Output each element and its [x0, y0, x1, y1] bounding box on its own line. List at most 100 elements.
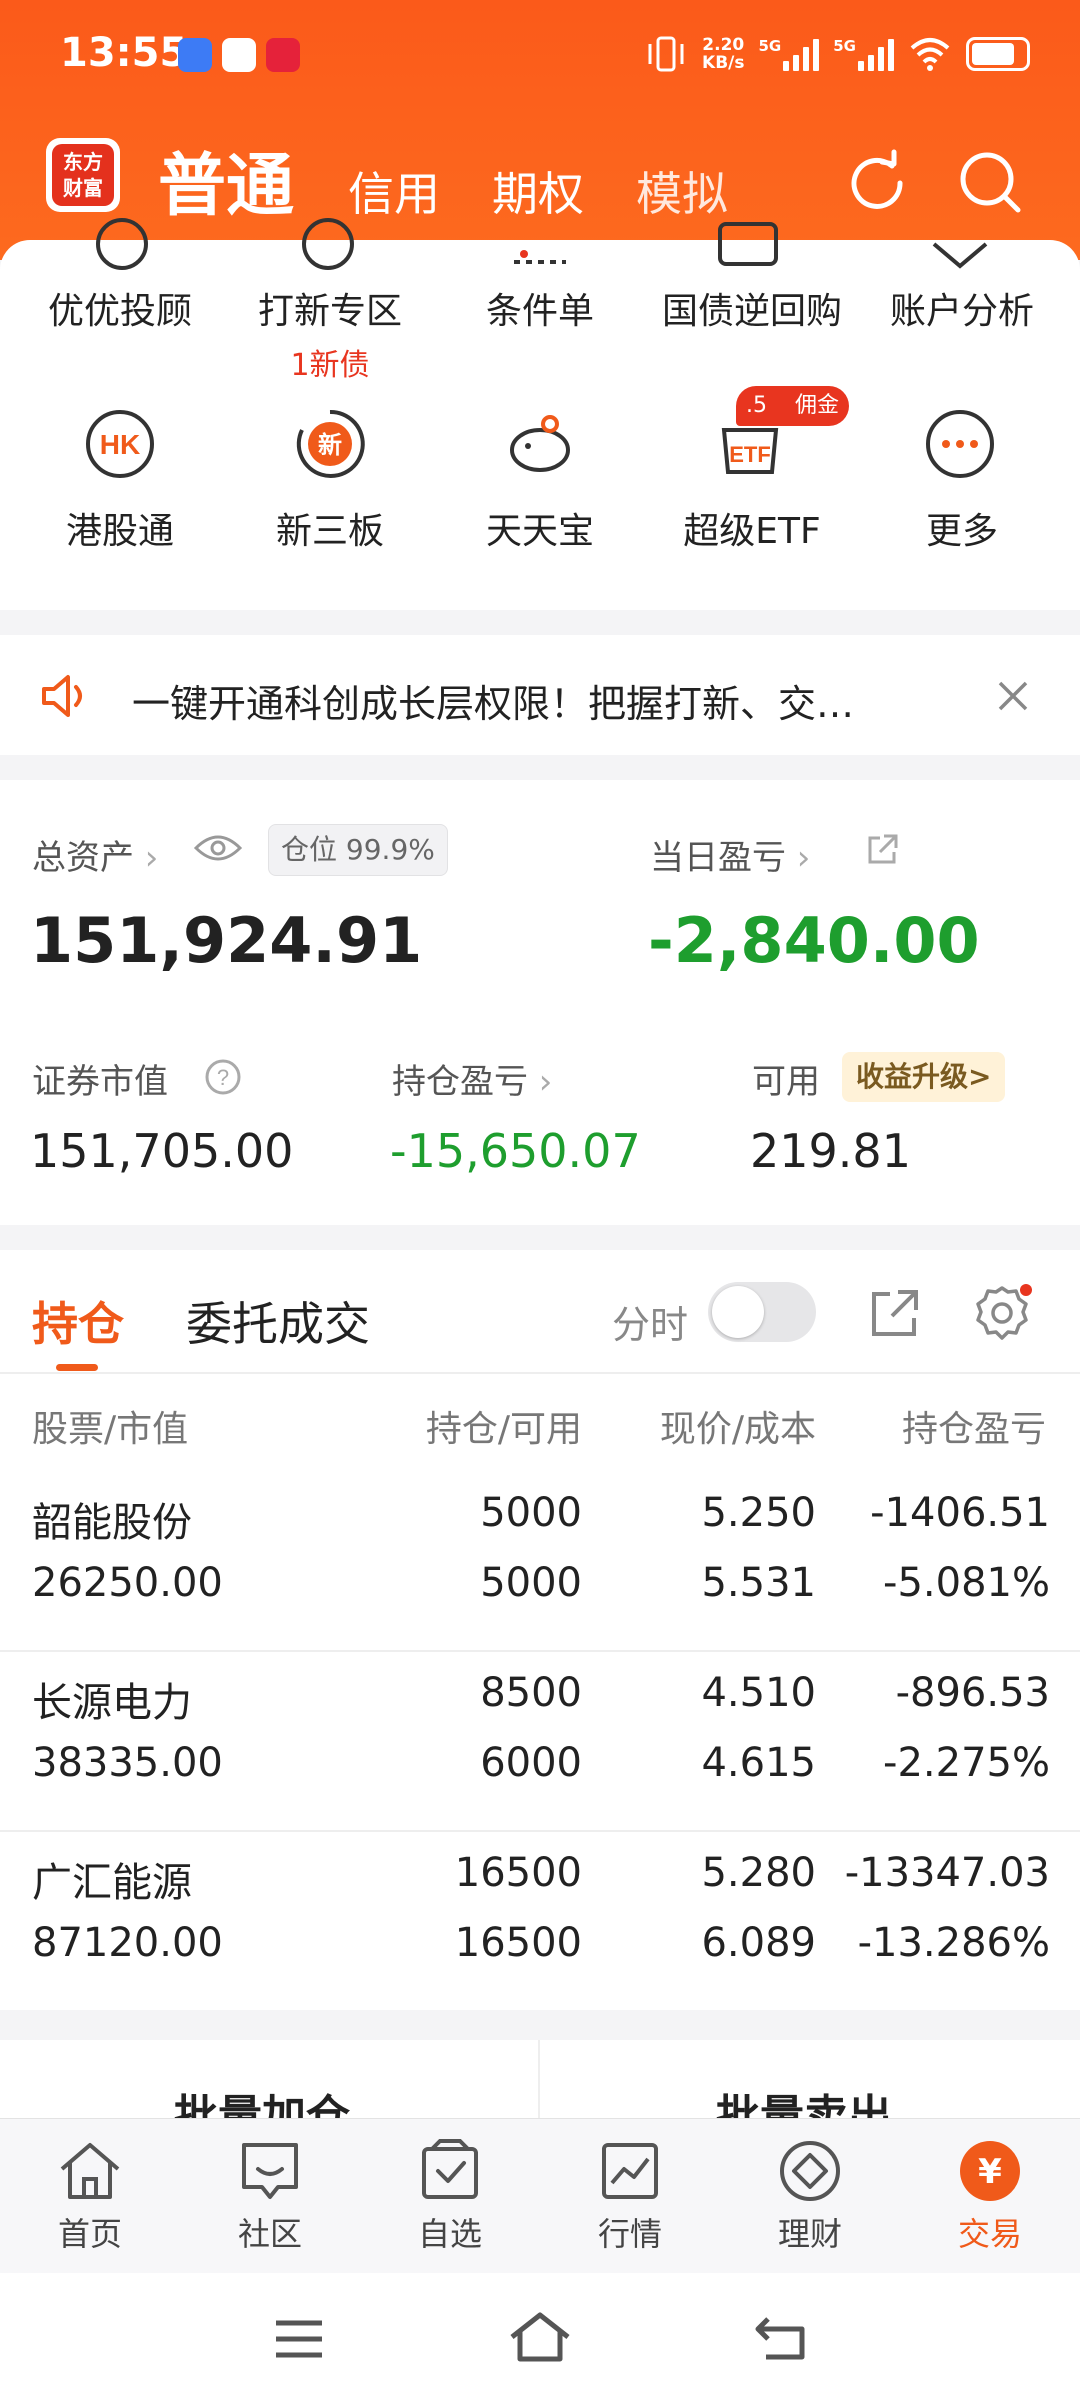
account-analysis-icon: [932, 242, 988, 269]
holding-qty: 8500: [480, 1670, 582, 1716]
current-price: 4.510: [701, 1670, 816, 1716]
home-nav-icon[interactable]: [508, 2311, 572, 2363]
status-right: 2.20 KB/s 5G 5G: [644, 34, 1030, 74]
nav-home[interactable]: 首页: [0, 2139, 180, 2255]
condition-order-icon: [514, 250, 566, 264]
repo-icon: [718, 222, 778, 266]
batch-add-button[interactable]: 批量加仓: [174, 2080, 350, 2120]
asset-summary: 总资产 › 仓位 99.9% 151,924.91 当日盈亏 › -2,840.…: [0, 780, 1080, 1225]
current-price: 5.280: [701, 1850, 816, 1896]
status-time: 13:55: [60, 30, 188, 76]
nav-watchlist[interactable]: 自选: [360, 2139, 540, 2255]
batch-sell-button[interactable]: 批量卖出: [716, 2080, 892, 2120]
speaker-icon: [42, 675, 82, 717]
stock-market-value: 38335.00: [32, 1740, 223, 1786]
more-icon: [926, 410, 994, 478]
grid-item-advisor[interactable]: 优优投顾: [12, 282, 228, 334]
search-icon[interactable]: [956, 148, 1026, 218]
position-ratio-badge: 仓位 99.9%: [268, 824, 448, 876]
community-icon: [242, 2143, 298, 2199]
notice-text: 一键开通科创成长层权限！把握打新、交…: [132, 682, 855, 726]
neeq-icon: 新: [296, 409, 365, 478]
holding-qty: 16500: [454, 1850, 582, 1896]
feature-grid: 优优投顾 打新专区 1新债 条件单 国债逆回购 账户分析 HK 新 ETF .5…: [0, 218, 1080, 610]
signal-bars-icon: [858, 37, 894, 71]
signal-2: 5G: [833, 37, 894, 71]
notice-bar[interactable]: 一键开通科创成长层权限！把握打新、交…: [0, 635, 1080, 755]
status-bar: 13:55 2.20 KB/s 5G 5G: [0, 0, 1080, 110]
cost-price: 4.615: [701, 1740, 816, 1786]
etf-commission-badge: .5 佣金: [736, 386, 850, 426]
grid-item-ipo-zone[interactable]: 打新专区 1新债: [222, 282, 438, 384]
tab-normal[interactable]: 普通: [158, 130, 294, 229]
grid-item-condition-order[interactable]: 条件单: [432, 282, 648, 334]
grid-item-more[interactable]: 更多: [852, 502, 1072, 554]
holding-pl-pct: -13.286%: [857, 1920, 1050, 1966]
daily-pl-link[interactable]: 当日盈亏 ›: [650, 830, 810, 879]
signal-bars-icon: [783, 37, 820, 71]
available-label: 可用: [752, 1062, 820, 1102]
table-row[interactable]: 韶能股份 26250.00 5000 5000 5.250 5.531 -140…: [0, 1490, 1080, 1660]
cost-price: 6.089: [701, 1920, 816, 1966]
table-row[interactable]: 长源电力 38335.00 8500 6000 4.510 4.615 -896…: [0, 1670, 1080, 1840]
nav-market[interactable]: 行情: [540, 2139, 720, 2255]
nav-trade[interactable]: ¥ 交易: [900, 2139, 1080, 2255]
stock-name: 韶能股份: [32, 1500, 192, 1546]
col-header-price: 现价/成本: [659, 1409, 816, 1450]
home-icon: [60, 2143, 120, 2199]
market-value-label: 证券市值: [32, 1062, 168, 1102]
grid-item-bond-repo[interactable]: 国债逆回购: [642, 282, 862, 334]
wealth-icon: [780, 2141, 840, 2201]
notification-icon-1: [178, 38, 212, 72]
tab-orders[interactable]: 委托成交: [186, 1288, 370, 1354]
share-icon[interactable]: [866, 1286, 922, 1342]
nav-community[interactable]: 社区: [180, 2139, 360, 2255]
grid-item-tiantianbao[interactable]: 天天宝: [432, 502, 648, 554]
system-navigation-bar: [0, 2273, 1080, 2400]
close-icon[interactable]: [996, 679, 1030, 713]
col-header-pl[interactable]: 持仓盈亏: [840, 1400, 1046, 1452]
intraday-toggle[interactable]: [708, 1282, 816, 1342]
holding-qty: 5000: [480, 1490, 582, 1536]
back-icon[interactable]: [752, 2313, 808, 2361]
available-qty: 16500: [454, 1920, 582, 1966]
market-value: 151,705.00: [30, 1124, 294, 1178]
refresh-icon[interactable]: [842, 148, 912, 218]
eye-icon[interactable]: [194, 832, 242, 864]
current-price: 5.250: [701, 1490, 816, 1536]
status-app-icons: [178, 38, 300, 72]
earnings-upgrade-button[interactable]: 收益升级>: [842, 1052, 1006, 1102]
advisor-icon: [96, 218, 148, 270]
available-qty: 6000: [480, 1740, 582, 1786]
menu-icon[interactable]: [272, 2317, 326, 2361]
tab-active-indicator: [56, 1364, 98, 1371]
stock-market-value: 87120.00: [32, 1920, 223, 1966]
grid-item-super-etf[interactable]: 超级ETF: [642, 502, 862, 554]
grid-item-neeq[interactable]: 新三板: [222, 502, 438, 554]
ipo-icon: [302, 218, 354, 270]
table-row[interactable]: 广汇能源 87120.00 16500 16500 5.280 6.089 -1…: [0, 1850, 1080, 2010]
nav-wealth[interactable]: 理财: [720, 2139, 900, 2255]
watchlist-icon: [422, 2139, 478, 2199]
total-assets-link[interactable]: 总资产 ›: [32, 830, 158, 879]
help-icon[interactable]: ?: [204, 1058, 242, 1096]
grid-item-account-analysis[interactable]: 账户分析: [852, 282, 1072, 334]
col-header-stock: 股票/市值: [32, 1409, 189, 1450]
wifi-icon: [910, 38, 950, 71]
trade-icon: ¥: [960, 2141, 1020, 2201]
svg-text:ETF: ETF: [729, 442, 771, 467]
daily-pl-value: -2,840.00: [648, 904, 980, 977]
stock-name: 长源电力: [32, 1680, 192, 1726]
holding-pl-pct: -5.081%: [883, 1560, 1050, 1606]
grid-item-hk-connect[interactable]: 港股通: [12, 502, 228, 554]
available-value: 219.81: [750, 1124, 911, 1178]
bottom-nav: 首页 社区 自选 行情 理财 ¥ 交易: [0, 2118, 1080, 2273]
svg-text:?: ?: [217, 1065, 229, 1090]
positions-panel: 持仓 委托成交 分时 股票/市值 持仓/可用 现价/成本 持仓盈亏 韶能股份 2…: [0, 1250, 1080, 2010]
tab-positions[interactable]: 持仓: [32, 1288, 124, 1354]
external-link-icon[interactable]: [864, 832, 900, 868]
settings-icon[interactable]: [970, 1282, 1034, 1346]
signal-1: 5G: [759, 37, 820, 71]
cost-price: 5.531: [701, 1560, 816, 1606]
holding-pl-link[interactable]: 持仓盈亏 ›: [392, 1054, 552, 1103]
